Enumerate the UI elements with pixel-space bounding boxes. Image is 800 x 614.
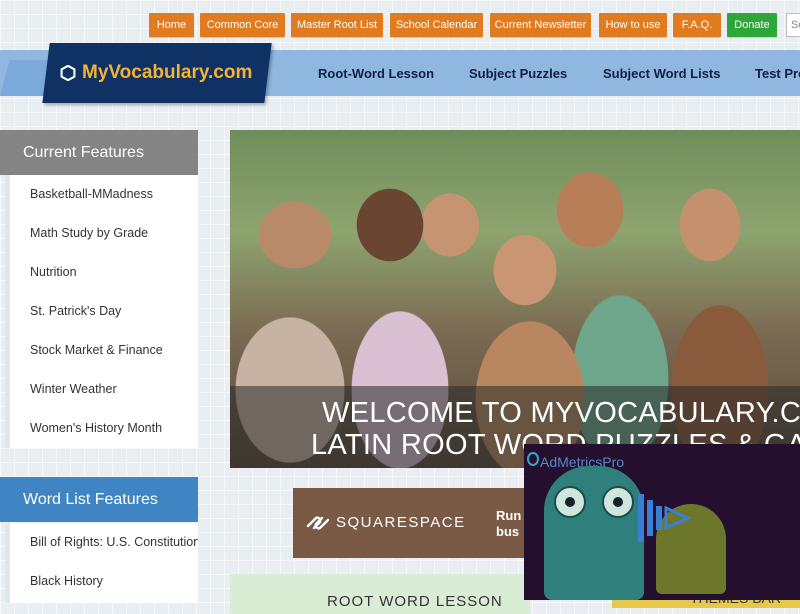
nav-current-newsletter-button[interactable]: Current Newsletter	[490, 13, 591, 37]
sidebar-item-winter-weather[interactable]: Winter Weather	[10, 370, 198, 409]
logo-text: MyVocabulary.com	[82, 62, 253, 83]
nav-home-button[interactable]: Home	[149, 13, 194, 37]
sidebar-item-black-history[interactable]: Black History	[10, 562, 198, 601]
main-nav-subject-word-lists[interactable]: Subject Word Lists	[603, 66, 721, 81]
squarespace-tagline-line-2: bus	[496, 524, 520, 539]
nav-master-root-list-button[interactable]: Master Root List	[291, 13, 383, 37]
main-nav-root-word-lesson[interactable]: Root-Word Lesson	[318, 66, 434, 81]
squarespace-logo-icon	[306, 516, 330, 530]
hero-banner[interactable]: WELCOME TO MYVOCABULARY.CO LATIN ROOT WO…	[230, 130, 800, 468]
monster-eye-left	[554, 486, 586, 518]
squarespace-tagline-line-1: Run	[496, 508, 522, 523]
nav-school-calendar-button[interactable]: School Calendar	[390, 13, 483, 37]
sidebar-item-math-study[interactable]: Math Study by Grade	[10, 214, 198, 253]
hero-title-line-1: WELCOME TO MYVOCABULARY.CO	[322, 397, 800, 429]
sidebar-item-st-patricks[interactable]: St. Patrick's Day	[10, 292, 198, 331]
current-features-list: Basketball-MMadness Math Study by Grade …	[5, 175, 198, 448]
admetrics-logo-icon	[527, 452, 539, 466]
squarespace-brand: SQUARESPACE	[336, 514, 466, 531]
sidebar-item-bill-of-rights[interactable]: Bill of Rights: U.S. Constitution	[10, 523, 198, 562]
hexagon-icon	[60, 65, 76, 81]
main-nav-test-prep[interactable]: Test Pre	[755, 66, 800, 81]
nav-how-to-use-button[interactable]: How to use	[599, 13, 667, 37]
play-icon[interactable]	[634, 488, 694, 548]
sidebar-item-stock-market[interactable]: Stock Market & Finance	[10, 331, 198, 370]
nav-faq-button[interactable]: F.A.Q.	[673, 13, 721, 37]
current-features-heading: Current Features	[0, 130, 198, 175]
sidebar-item-womens-history[interactable]: Women's History Month	[10, 409, 198, 448]
admetrics-video-ad[interactable]: AdMetricsPro	[524, 444, 800, 600]
monster-illustration	[544, 466, 644, 600]
sidebar-item-basketball[interactable]: Basketball-MMadness	[10, 175, 198, 214]
site-logo[interactable]: MyVocabulary.com	[60, 43, 270, 103]
donate-button[interactable]: Donate	[727, 13, 777, 37]
squarespace-tagline: Run bus	[496, 508, 521, 540]
sidebar-item-nutrition[interactable]: Nutrition	[10, 253, 198, 292]
search-input[interactable]: Se	[786, 13, 800, 37]
root-word-lesson-card-title: ROOT WORD LESSON	[327, 593, 503, 610]
monster-eye-right	[602, 486, 634, 518]
word-list-features-list: Bill of Rights: U.S. Constitution Black …	[5, 523, 198, 603]
nav-common-core-button[interactable]: Common Core	[200, 13, 285, 37]
main-nav-subject-puzzles[interactable]: Subject Puzzles	[469, 66, 567, 81]
word-list-features-heading: Word List Features	[0, 477, 198, 522]
